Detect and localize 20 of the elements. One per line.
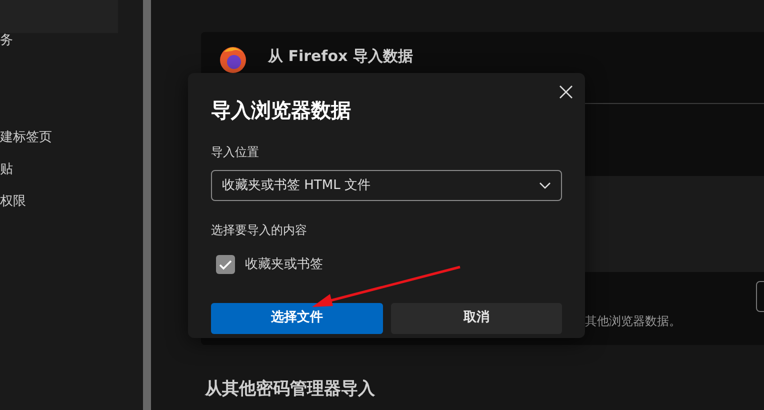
location-dropdown[interactable]: 收藏夹或书签 HTML 文件: [211, 170, 562, 201]
checkbox[interactable]: [216, 255, 235, 274]
sidebar-item[interactable]: 权限: [0, 195, 143, 208]
choose-file-button[interactable]: 选择文件: [211, 302, 382, 334]
cancel-button[interactable]: 取消: [390, 302, 562, 334]
checkbox-label: 收藏夹或书签: [245, 256, 323, 274]
browser-logo-icon: [218, 44, 248, 74]
sidebar-item[interactable]: 建标签页: [0, 131, 143, 144]
field-label: 导入位置: [211, 144, 260, 161]
sidebar-item[interactable]: 贴: [0, 163, 143, 176]
import-description: 其他浏览器数据。: [585, 313, 681, 330]
chevron-down-icon: [539, 182, 551, 189]
scrollbar[interactable]: [143, 0, 151, 410]
section-heading: 从其他密码管理器导入: [204, 379, 376, 399]
import-card-title: 从 Firefox 导入数据: [268, 46, 413, 67]
dialog-title: 导入浏览器数据: [211, 97, 352, 124]
field-label: 选择要导入的内容: [211, 222, 308, 239]
dropdown-value: 收藏夹或书签 HTML 文件: [222, 176, 370, 195]
sidebar-item[interactable]: 务: [0, 34, 143, 47]
close-icon[interactable]: [559, 85, 573, 99]
